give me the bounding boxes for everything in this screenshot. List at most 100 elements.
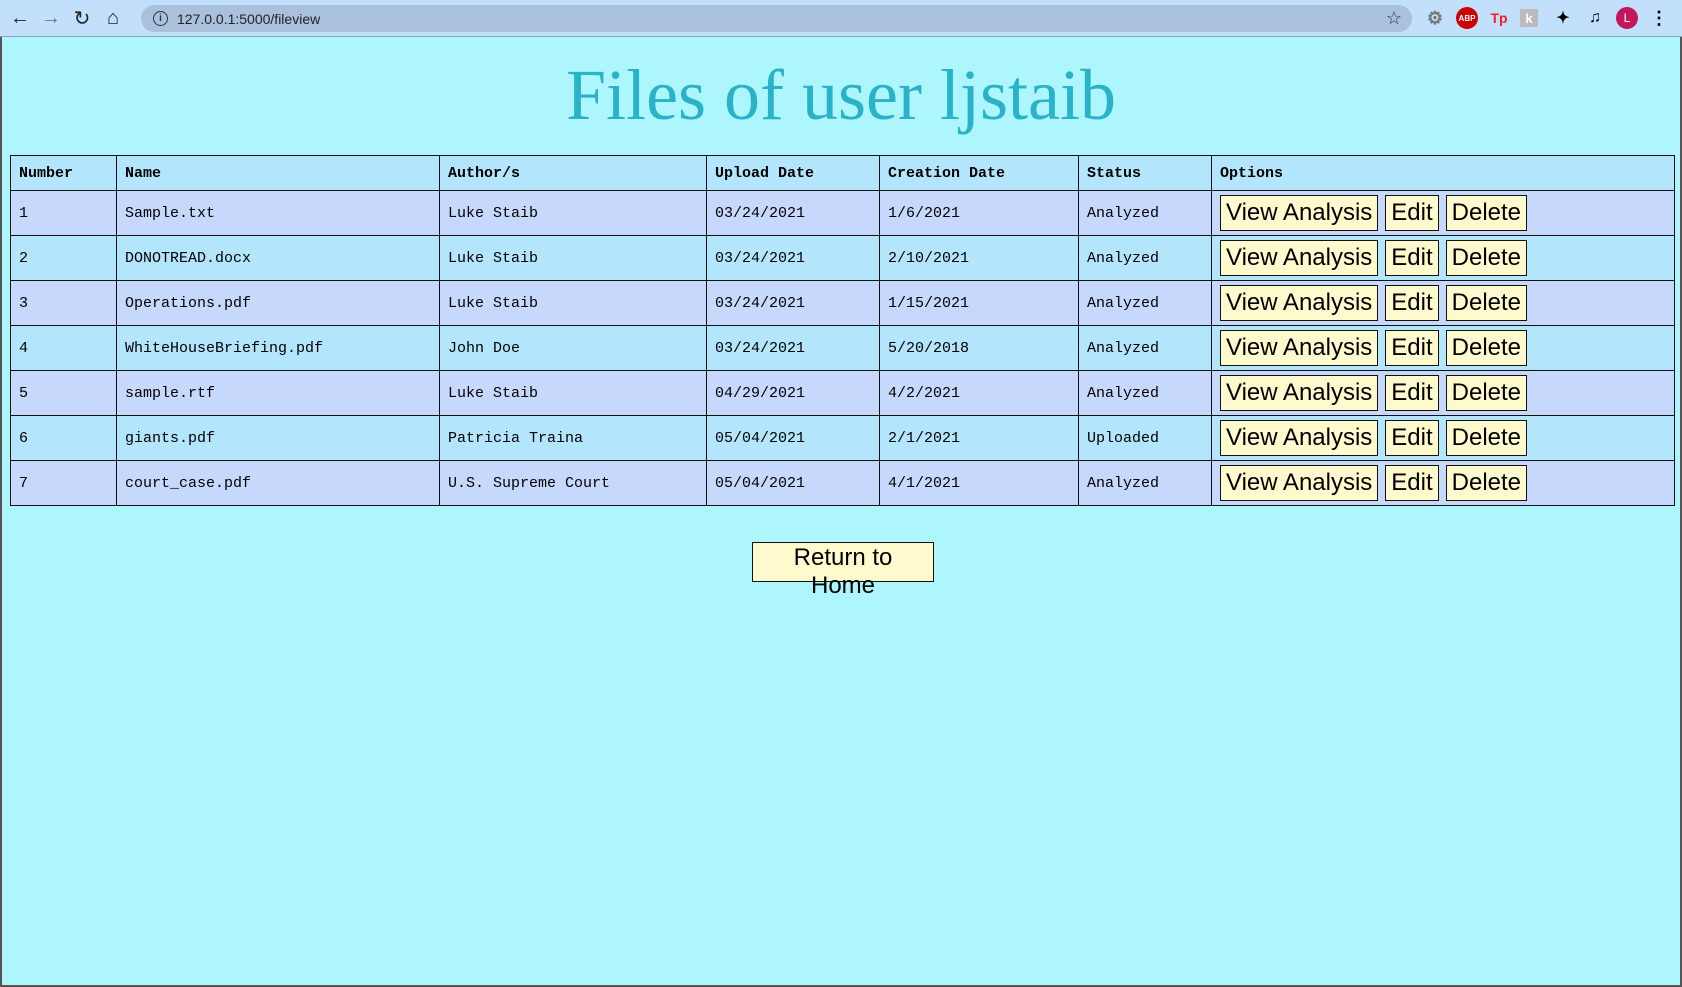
edit-button[interactable]: Edit	[1385, 330, 1439, 366]
cell-status: Uploaded	[1078, 415, 1212, 461]
delete-button[interactable]: Delete	[1445, 195, 1528, 231]
delete-button[interactable]: Delete	[1445, 285, 1528, 321]
cell-number: 3	[10, 280, 117, 326]
cell-author: Luke Staib	[439, 370, 707, 416]
cell-status: Analyzed	[1078, 190, 1212, 236]
view-analysis-button[interactable]: View Analysis	[1220, 465, 1379, 501]
files-table: Number Name Author/s Upload Date Creatio…	[10, 155, 1675, 506]
address-bar[interactable]: i 127.0.0.1:5000/fileview ☆	[141, 5, 1412, 32]
table-row: 1 Sample.txt Luke Staib 03/24/2021 1/6/2021 A…	[10, 190, 1675, 236]
k-extension-icon[interactable]: k	[1520, 9, 1538, 27]
table-row: 4 WhiteHouseBriefing.pdf John Doe 03/24/202…	[10, 325, 1675, 371]
header-upload-date: Upload Date	[706, 155, 880, 191]
cell-number: 6	[10, 415, 117, 461]
page-content: Files of user ljstaib Number Name Author…	[0, 37, 1682, 987]
cell-author: Patricia Traina	[439, 415, 707, 461]
cell-name: sample.rtf	[116, 370, 440, 416]
back-icon[interactable]: ←	[9, 7, 31, 29]
cell-upload-date: 03/24/2021	[706, 325, 880, 371]
cell-name: giants.pdf	[116, 415, 440, 461]
cell-options: View Analysis Edit Delete	[1211, 235, 1675, 281]
gear-extension-icon[interactable]: ⚙	[1424, 7, 1446, 29]
table-row: 2 DONOTREAD.docx Luke Staib 03/24/2021 2/10/…	[10, 235, 1675, 281]
header-options: Options	[1211, 155, 1675, 191]
return-home-button[interactable]: Return to Home	[752, 542, 934, 599]
cell-upload-date: 03/24/2021	[706, 190, 880, 236]
cell-status: Analyzed	[1078, 460, 1212, 506]
cell-name: Operations.pdf	[116, 280, 440, 326]
header-name: Name	[116, 155, 440, 191]
delete-button[interactable]: Delete	[1445, 420, 1528, 456]
edit-button[interactable]: Edit	[1385, 375, 1439, 411]
cell-status: Analyzed	[1078, 325, 1212, 371]
header-status: Status	[1078, 155, 1212, 191]
edit-button[interactable]: Edit	[1385, 240, 1439, 276]
home-icon[interactable]: ⌂	[102, 7, 124, 29]
browser-toolbar: ← → ↻ ⌂ i 127.0.0.1:5000/fileview ☆ ⚙ AB…	[0, 0, 1682, 37]
cell-status: Analyzed	[1078, 370, 1212, 416]
view-analysis-button[interactable]: View Analysis	[1220, 330, 1379, 366]
view-analysis-button[interactable]: View Analysis	[1220, 240, 1379, 276]
forward-icon[interactable]: →	[40, 7, 62, 29]
cell-options: View Analysis Edit Delete	[1211, 325, 1675, 371]
puzzle-icon[interactable]: ✦	[1552, 7, 1574, 29]
info-icon[interactable]: i	[153, 11, 168, 26]
adblock-icon[interactable]: ABP	[1456, 7, 1478, 29]
edit-button[interactable]: Edit	[1385, 420, 1439, 456]
edit-button[interactable]: Edit	[1385, 195, 1439, 231]
view-analysis-button[interactable]: View Analysis	[1220, 195, 1379, 231]
delete-button[interactable]: Delete	[1445, 375, 1528, 411]
reload-icon[interactable]: ↻	[71, 7, 93, 30]
cell-author: Luke Staib	[439, 280, 707, 326]
cell-name: DONOTREAD.docx	[116, 235, 440, 281]
cell-creation-date: 2/10/2021	[879, 235, 1079, 281]
url-text[interactable]: 127.0.0.1:5000/fileview	[177, 11, 320, 27]
cell-options: View Analysis Edit Delete	[1211, 415, 1675, 461]
table-row: 3 Operations.pdf Luke Staib 03/24/2021 1/15/…	[10, 280, 1675, 326]
media-control-icon[interactable]: ♫	[1584, 7, 1606, 29]
table-row: 6 giants.pdf Patricia Traina 05/04/2021 2/1/…	[10, 415, 1675, 461]
cell-upload-date: 05/04/2021	[706, 460, 880, 506]
header-number: Number	[10, 155, 117, 191]
cell-name: Sample.txt	[116, 190, 440, 236]
cell-number: 5	[10, 370, 117, 416]
cell-upload-date: 03/24/2021	[706, 235, 880, 281]
edit-button[interactable]: Edit	[1385, 285, 1439, 321]
cell-author: U.S. Supreme Court	[439, 460, 707, 506]
view-analysis-button[interactable]: View Analysis	[1220, 375, 1379, 411]
bookmark-star-icon[interactable]: ☆	[1386, 8, 1402, 29]
cell-name: WhiteHouseBriefing.pdf	[116, 325, 440, 371]
cell-creation-date: 1/15/2021	[879, 280, 1079, 326]
cell-author: Luke Staib	[439, 190, 707, 236]
cell-options: View Analysis Edit Delete	[1211, 460, 1675, 506]
view-analysis-button[interactable]: View Analysis	[1220, 285, 1379, 321]
header-creation-date: Creation Date	[879, 155, 1079, 191]
delete-button[interactable]: Delete	[1445, 330, 1528, 366]
cell-options: View Analysis Edit Delete	[1211, 190, 1675, 236]
table-row: 7 court_case.pdf U.S. Supreme Court 05/04/2…	[10, 460, 1675, 506]
cell-options: View Analysis Edit Delete	[1211, 280, 1675, 326]
cell-status: Analyzed	[1078, 235, 1212, 281]
cell-name: court_case.pdf	[116, 460, 440, 506]
cell-number: 7	[10, 460, 117, 506]
tp-extension-icon[interactable]: Tp	[1488, 7, 1510, 29]
cell-creation-date: 4/1/2021	[879, 460, 1079, 506]
cell-creation-date: 4/2/2021	[879, 370, 1079, 416]
edit-button[interactable]: Edit	[1385, 465, 1439, 501]
menu-kebab-icon[interactable]: ⋮	[1648, 7, 1670, 29]
cell-upload-date: 05/04/2021	[706, 415, 880, 461]
cell-creation-date: 1/6/2021	[879, 190, 1079, 236]
header-author: Author/s	[439, 155, 707, 191]
page-title: Files of user ljstaib	[566, 55, 1116, 135]
cell-creation-date: 2/1/2021	[879, 415, 1079, 461]
cell-upload-date: 03/24/2021	[706, 280, 880, 326]
cell-creation-date: 5/20/2018	[879, 325, 1079, 371]
cell-upload-date: 04/29/2021	[706, 370, 880, 416]
view-analysis-button[interactable]: View Analysis	[1220, 420, 1379, 456]
avatar[interactable]: L	[1616, 7, 1638, 29]
cell-options: View Analysis Edit Delete	[1211, 370, 1675, 416]
cell-number: 1	[10, 190, 117, 236]
delete-button[interactable]: Delete	[1445, 240, 1528, 276]
cell-author: John Doe	[439, 325, 707, 371]
delete-button[interactable]: Delete	[1445, 465, 1528, 501]
